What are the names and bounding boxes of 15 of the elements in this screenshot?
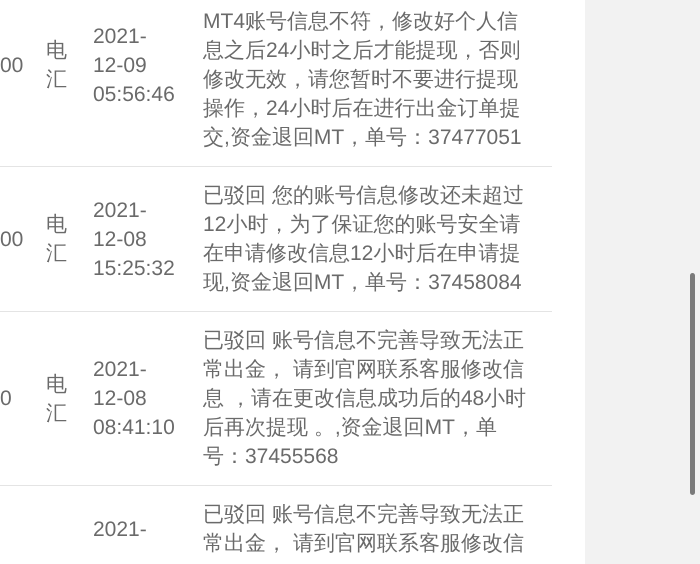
- remark-cell: 已驳回 您的账号信息修改还未超过12小时，为了保证您的账号安全请在申请修改信息12小时后在申请提现,资金退回MT，单号：37458084: [203, 184, 524, 294]
- remark-cell: 已驳回 账号信息不完善导致无法正常出金， 请到官网联系客服修改信息 ，请在更改信息成功后的48小时后再次提现 。,资金退回MT，单号：37455568: [203, 329, 526, 468]
- remark-cell: MT4账号信息不符，修改好个人信息之后24小时之后才能提现，否则修改无效，请您暂时不要进行提现操作，24小时后在进行出金订单提交,资金退回MT，单号：37477051: [203, 10, 522, 149]
- amount-cell: 0: [0, 387, 12, 410]
- amount-cell: 00: [0, 54, 24, 76]
- remark-cell: 已驳回 账号信息不完善导致无法正常出金， 请到官网联系客服修改信: [203, 503, 524, 555]
- time-cell: 2021-12-08 08:41:10: [93, 358, 175, 439]
- time-cell: 2021-: [93, 518, 147, 540]
- method-cell-text: 电汇: [46, 212, 67, 267]
- method-cell-text: 电汇: [46, 38, 67, 93]
- scrollbar-thumb[interactable]: [690, 273, 695, 495]
- time-cell: 2021-12-08 15:25:32: [93, 198, 175, 280]
- method-cell-text: 电汇: [46, 372, 67, 426]
- amount-cell: 00: [0, 228, 24, 250]
- time-cell: 2021-12-09 05:56:46: [93, 24, 175, 106]
